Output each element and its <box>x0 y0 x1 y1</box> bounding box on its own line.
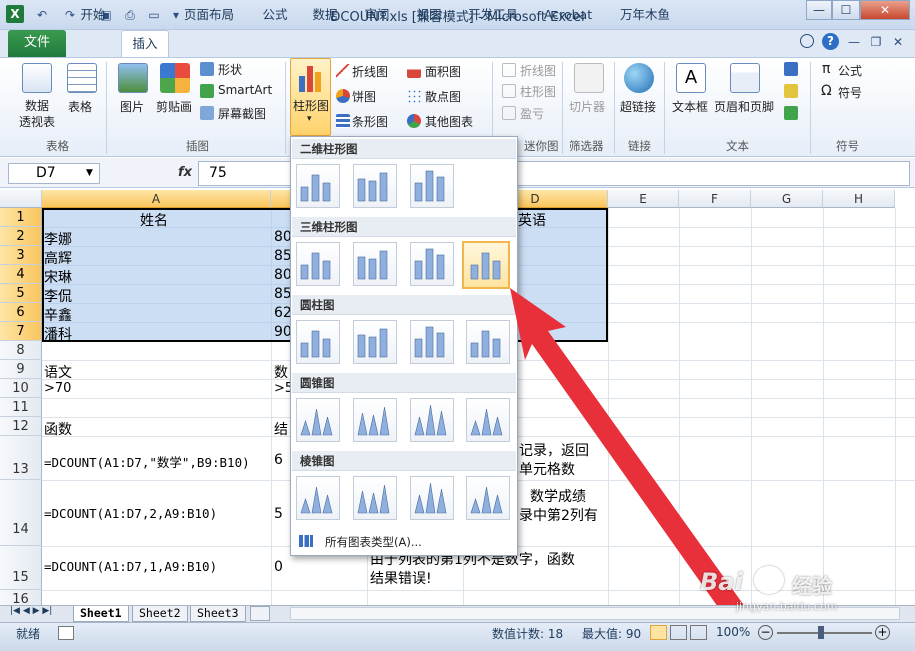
status-bar <box>0 622 915 651</box>
chart-mark <box>414 416 425 436</box>
chart-mark <box>436 488 447 514</box>
chart-mark <box>379 172 388 202</box>
chart-mark <box>436 410 447 436</box>
ready-status: 就绪 <box>16 627 41 641</box>
chart-mark <box>481 408 492 436</box>
chart-mark <box>357 334 366 358</box>
chart-mark <box>368 492 379 514</box>
chart-mark <box>311 252 320 280</box>
chart-mark <box>300 264 309 280</box>
sheet-tab-1[interactable]: Sheet1 <box>73 606 129 622</box>
chart-mark <box>300 186 309 202</box>
chart-mark <box>481 486 492 514</box>
chart-mark <box>322 182 331 202</box>
chart-mark <box>492 494 503 514</box>
chart-mark <box>425 248 434 280</box>
zoom-level[interactable]: 100% <box>716 625 750 639</box>
zoom-out-icon[interactable]: − <box>758 625 773 640</box>
chart-mark <box>425 170 434 202</box>
chart-mark <box>470 420 481 436</box>
chart-mark <box>379 484 390 514</box>
count-status: 数值计数: 18 <box>492 627 564 641</box>
chart-mark <box>414 494 425 514</box>
max-status: 最大值: 90 <box>582 627 642 641</box>
chart-mark <box>470 264 479 280</box>
macro-record-icon[interactable] <box>58 626 74 640</box>
zoom-in-icon[interactable]: + <box>875 625 890 640</box>
zoom-slider[interactable] <box>777 632 872 634</box>
chart-mark <box>300 420 311 436</box>
chart-mark <box>322 416 333 436</box>
chart-mark <box>322 338 331 358</box>
normal-view-icon[interactable] <box>650 625 667 640</box>
chart-mark <box>311 486 322 514</box>
chart-mark <box>492 416 503 436</box>
chart-mark <box>436 332 445 358</box>
chart-mark <box>481 252 490 280</box>
chart-mark <box>311 408 322 436</box>
chart-mark <box>322 260 331 280</box>
chart-mark <box>379 328 388 358</box>
sheet-tab-2[interactable]: Sheet2 <box>132 606 188 622</box>
chart-mark <box>368 414 379 436</box>
chart-mark <box>425 404 436 436</box>
sheet-nav-arrows-icon[interactable]: |◀ ◀ ▶ ▶| <box>10 606 52 616</box>
chart-mark <box>311 174 320 202</box>
chart-mark <box>481 330 490 358</box>
chart-mark <box>436 176 445 202</box>
chart-mark <box>414 338 423 358</box>
chart-mark <box>492 338 501 358</box>
chart-mark <box>379 250 388 280</box>
page-layout-view-icon[interactable] <box>670 625 687 640</box>
chart-mark <box>414 260 423 280</box>
watermark-brand2: 经验 <box>792 574 832 598</box>
chart-mark <box>436 254 445 280</box>
insert-sheet-icon[interactable] <box>250 606 270 621</box>
page-break-view-icon[interactable] <box>690 625 707 640</box>
chart-mark <box>300 498 311 514</box>
chart-mark <box>357 178 366 202</box>
chart-mark <box>368 180 377 202</box>
chart-mark <box>379 406 390 436</box>
zoom-slider-thumb[interactable] <box>818 626 824 639</box>
chart-mark <box>300 342 309 358</box>
chart-mark <box>492 260 501 280</box>
chart-mark <box>357 412 368 436</box>
sheet-tab-3[interactable]: Sheet3 <box>190 606 246 622</box>
chart-mark <box>322 494 333 514</box>
chart-mark <box>311 330 320 358</box>
chart-mark <box>357 256 366 280</box>
chart-mark <box>368 336 377 358</box>
chart-mark <box>357 490 368 514</box>
chart-mark <box>470 342 479 358</box>
chart-mark <box>368 258 377 280</box>
paw-logo-icon <box>754 566 784 594</box>
chart-mark <box>470 498 481 514</box>
gallery-thumbnails <box>300 170 503 514</box>
chart-mark <box>425 326 434 358</box>
watermark-brand: Bai <box>700 568 743 596</box>
watermark-url: jingyan.baidu.com <box>736 600 838 613</box>
chart-mark <box>425 482 436 514</box>
chart-mark <box>414 182 423 202</box>
